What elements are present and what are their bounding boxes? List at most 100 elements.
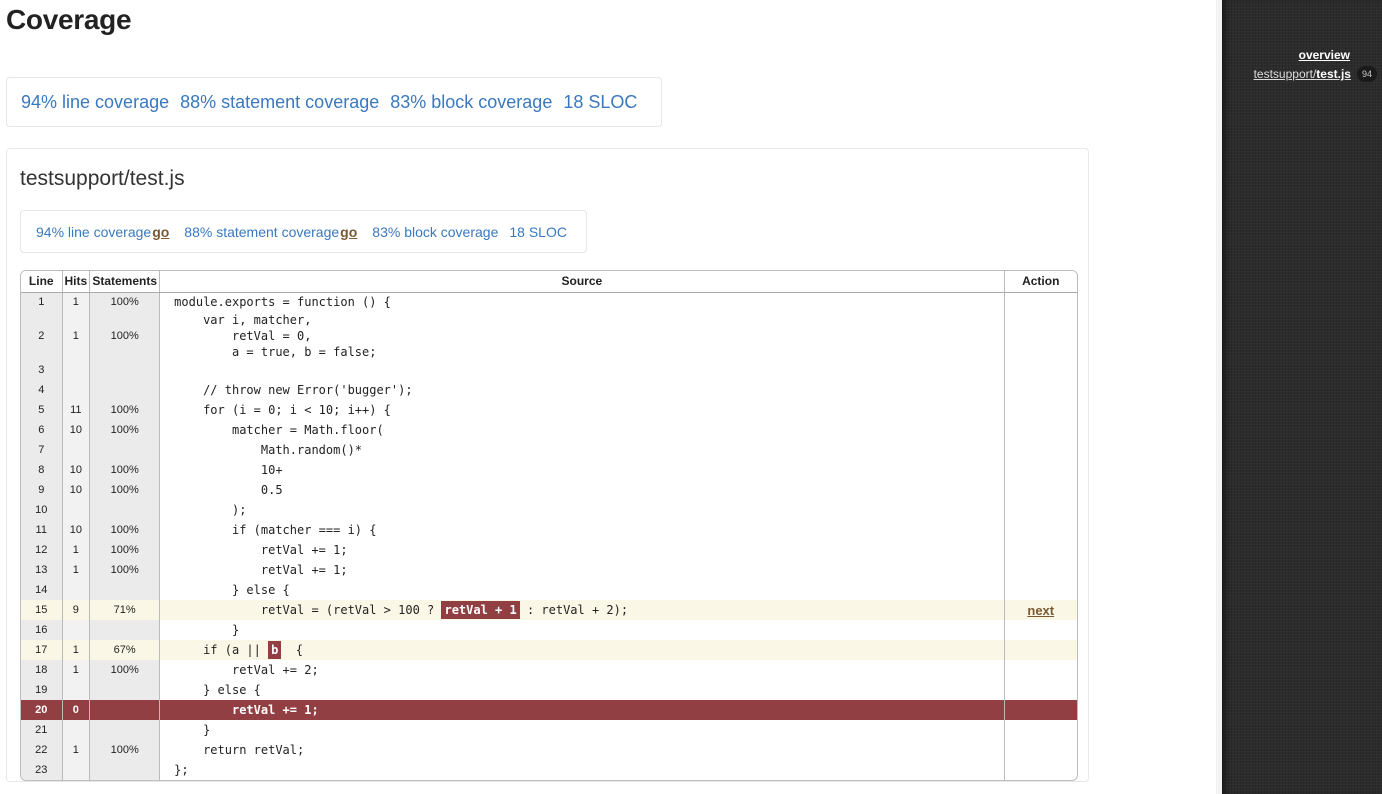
table-row: 2 1 100% var i, matcher, retVal = 0, a = t…	[21, 312, 1077, 360]
action-cell	[1004, 700, 1077, 720]
statement-coverage	[89, 380, 161, 400]
statement-coverage	[89, 760, 161, 780]
source-code: }	[159, 620, 1005, 640]
overall-sloc: 18 SLOC	[563, 91, 638, 112]
line-number: 6	[21, 420, 63, 440]
statement-coverage	[89, 440, 161, 460]
action-cell	[1004, 660, 1077, 680]
hit-count: 1	[62, 560, 91, 580]
source-code: retVal += 1;	[159, 560, 1005, 580]
hit-count: 10	[62, 460, 91, 480]
action-cell	[1004, 460, 1077, 480]
line-number: 19	[21, 680, 63, 700]
action-cell	[1004, 680, 1077, 700]
file-sloc: 18 SLOC	[509, 223, 567, 240]
overall-line-coverage: 94% line coverage	[21, 91, 170, 112]
action-cell	[1004, 292, 1077, 312]
hit-count: 0	[62, 700, 91, 720]
statement-coverage: 100%	[89, 480, 161, 500]
source-code: matcher = Math.floor(	[159, 420, 1005, 440]
uncovered-branch-highlight: retVal + 1	[441, 601, 520, 619]
table-row: 3	[21, 360, 1077, 380]
table-row: 19 } else {	[21, 680, 1077, 700]
next-link[interactable]: next	[1027, 603, 1054, 618]
table-row: 1 1 100% module.exports = function () {	[21, 292, 1077, 312]
action-cell	[1004, 580, 1077, 600]
source-code: } else {	[159, 680, 1005, 700]
source-code: if (matcher === i) {	[159, 520, 1005, 540]
action-cell	[1004, 420, 1077, 440]
line-number: 4	[21, 380, 63, 400]
action-cell	[1004, 760, 1077, 780]
hit-count: 1	[62, 660, 91, 680]
statement-coverage: 71%	[89, 600, 161, 620]
line-number: 23	[21, 760, 63, 780]
source-text: if (a ||	[174, 643, 269, 657]
action-cell	[1004, 360, 1077, 380]
table-row: 17 1 67% if (a || b {	[21, 640, 1077, 660]
statement-coverage: 100%	[89, 420, 161, 440]
line-number: 22	[21, 740, 63, 760]
line-number: 3	[21, 360, 63, 380]
table-row: 5 11 100% for (i = 0; i < 10; i++) {	[21, 400, 1077, 420]
statement-coverage: 100%	[89, 740, 161, 760]
table-row: 10 );	[21, 500, 1077, 520]
nav-file-dir: testsupport/	[1253, 67, 1317, 81]
hit-count	[62, 360, 91, 380]
table-row: 8 10 100% 10+	[21, 460, 1077, 480]
hit-count	[62, 440, 91, 460]
hit-count	[62, 720, 91, 740]
line-number: 21	[21, 720, 63, 740]
hit-count	[62, 380, 91, 400]
table-row: 12 1 100% retVal += 1;	[21, 540, 1077, 560]
hit-count: 1	[62, 540, 91, 560]
action-cell	[1004, 560, 1077, 580]
coverage-table: Line Hits Statements Source Action 1 1 100…	[20, 270, 1078, 781]
hit-count: 11	[62, 400, 91, 420]
table-row: 15 9 71% retVal = (retVal > 100 ? retVal +…	[21, 600, 1077, 620]
source-code: if (a || b {	[159, 640, 1005, 660]
action-cell	[1004, 520, 1077, 540]
file-summary: 94% line coverage go 88% statement cover…	[20, 210, 587, 253]
hit-count: 1	[62, 292, 91, 312]
source-code: retVal += 1;	[159, 700, 1005, 720]
table-row: 22 1 100% return retVal;	[21, 740, 1077, 760]
action-cell	[1004, 740, 1077, 760]
statement-coverage-go-link[interactable]: go	[340, 224, 357, 240]
line-number: 17	[21, 640, 63, 660]
line-coverage-go-link[interactable]: go	[152, 224, 169, 240]
line-number: 15	[21, 600, 63, 620]
table-row: 14 } else {	[21, 580, 1077, 600]
source-text: : retVal + 2);	[519, 603, 629, 617]
line-number: 7	[21, 440, 63, 460]
table-row: 9 10 100% 0.5	[21, 480, 1077, 500]
action-cell	[1004, 500, 1077, 520]
table-row: 11 10 100% if (matcher === i) {	[21, 520, 1077, 540]
nav-overview-link[interactable]: overview	[1299, 48, 1350, 62]
file-statement-coverage: 88% statement coverage	[184, 223, 340, 240]
file-panel: testsupport/test.js 94% line coverage go…	[6, 148, 1089, 782]
action-cell	[1004, 720, 1077, 740]
action-cell	[1004, 620, 1077, 640]
line-number: 1	[21, 292, 63, 312]
line-number: 2	[21, 312, 63, 360]
hit-count: 10	[62, 480, 91, 500]
source-code: 0.5	[159, 480, 1005, 500]
nav-file-link[interactable]: testsupport/test.js	[1254, 67, 1351, 81]
table-row: 21 }	[21, 720, 1077, 740]
action-cell	[1004, 400, 1077, 420]
hit-count	[62, 680, 91, 700]
hit-count: 1	[62, 740, 91, 760]
uncovered-branch-highlight: b	[268, 641, 282, 659]
hit-count	[62, 580, 91, 600]
action-cell	[1004, 640, 1077, 660]
header-line: Line	[21, 271, 63, 293]
hit-count: 9	[62, 600, 91, 620]
header-source: Source	[159, 271, 1005, 293]
statement-coverage: 67%	[89, 640, 161, 660]
hit-count: 10	[62, 420, 91, 440]
source-code	[159, 360, 1005, 380]
statement-coverage: 100%	[89, 292, 161, 312]
statement-coverage	[89, 720, 161, 740]
source-code: for (i = 0; i < 10; i++) {	[159, 400, 1005, 420]
